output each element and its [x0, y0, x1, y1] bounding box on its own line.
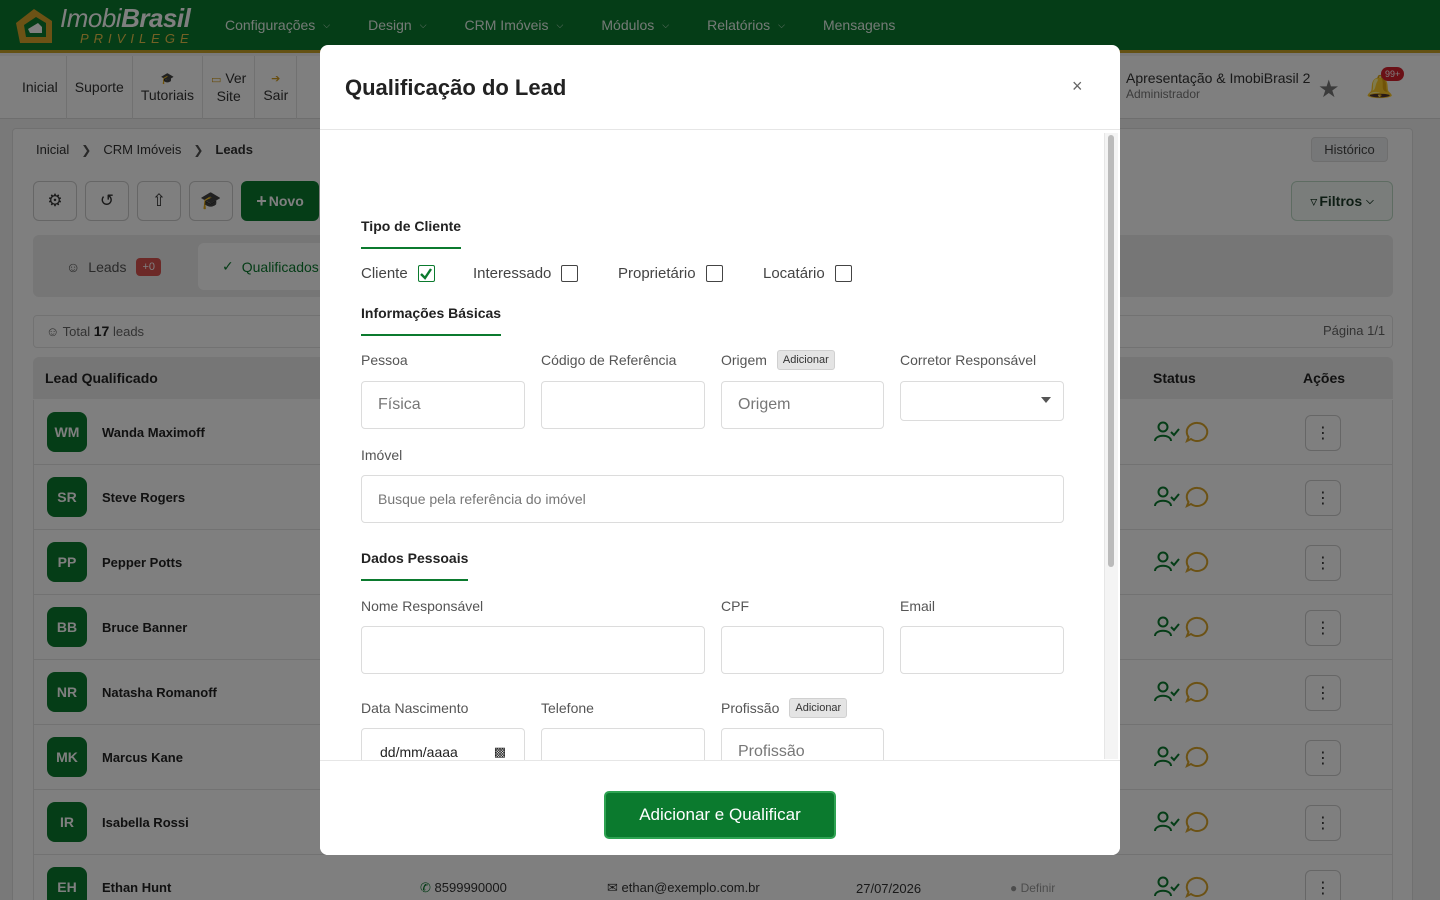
calendar-icon[interactable]: ▩ [494, 744, 506, 760]
nome-responsavel-input[interactable] [361, 626, 705, 674]
modal-title: Qualificação do Lead [345, 75, 567, 100]
checkbox-icon[interactable] [705, 265, 723, 282]
section-tipo-cliente: Tipo de Cliente [361, 218, 462, 249]
checkbox-proprietario[interactable]: Proprietário [618, 265, 723, 282]
data-nascimento-label: Data Nascimento [361, 700, 469, 716]
checkbox-checked-icon[interactable] [417, 265, 435, 282]
imovel-label: Imóvel [361, 447, 403, 463]
corretor-responsavel-select[interactable] [900, 381, 1064, 421]
profissao-adicionar-button[interactable]: Adicionar [789, 698, 848, 718]
section-informacoes-basicas: Informações Básicas [361, 305, 502, 336]
origem-input[interactable] [721, 381, 884, 429]
checkbox-interessado[interactable]: Interessado [473, 265, 579, 282]
checkbox-locatario[interactable]: Locatário [763, 265, 852, 282]
caret-down-icon [1041, 397, 1051, 403]
nome-responsavel-label: Nome Responsável [361, 598, 484, 614]
cpf-input[interactable] [721, 626, 884, 674]
imovel-search-input[interactable] [361, 475, 1064, 523]
corretor-responsavel-label: Corretor Responsável [900, 352, 1037, 368]
pessoa-label: Pessoa [361, 352, 408, 368]
email-input[interactable] [900, 626, 1064, 674]
section-dados-pessoais: Dados Pessoais [361, 550, 469, 581]
modal-footer: Adicionar e Qualificar [320, 760, 1120, 855]
pessoa-input[interactable] [361, 381, 525, 429]
modal-header: Qualificação do Lead × [320, 45, 1120, 130]
checkbox-icon[interactable] [561, 265, 579, 282]
modal-body: Tipo de Cliente Cliente Interessado Prop… [320, 131, 1120, 761]
close-icon[interactable]: × [1072, 76, 1083, 97]
origem-adicionar-button[interactable]: Adicionar [776, 350, 835, 370]
data-nascimento-input[interactable]: dd/mm/aaaa ▩ [361, 728, 525, 761]
qualificacao-modal: Qualificação do Lead × Tipo de Cliente C… [320, 45, 1120, 855]
adicionar-qualificar-button[interactable]: Adicionar e Qualificar [604, 791, 836, 839]
checkbox-icon[interactable] [834, 265, 852, 282]
telefone-input[interactable] [541, 728, 705, 761]
telefone-label: Telefone [541, 700, 594, 716]
profissao-input[interactable] [721, 728, 884, 761]
modal-scrollbar-thumb[interactable] [1108, 135, 1114, 567]
profissao-label: Profissão Adicionar [721, 698, 848, 718]
cpf-label: CPF [721, 598, 749, 614]
email-label: Email [900, 598, 936, 614]
codigo-referencia-label: Código de Referência [541, 352, 677, 368]
origem-label: Origem Adicionar [721, 350, 835, 370]
checkbox-cliente[interactable]: Cliente [361, 265, 435, 282]
codigo-referencia-input[interactable] [541, 381, 705, 429]
